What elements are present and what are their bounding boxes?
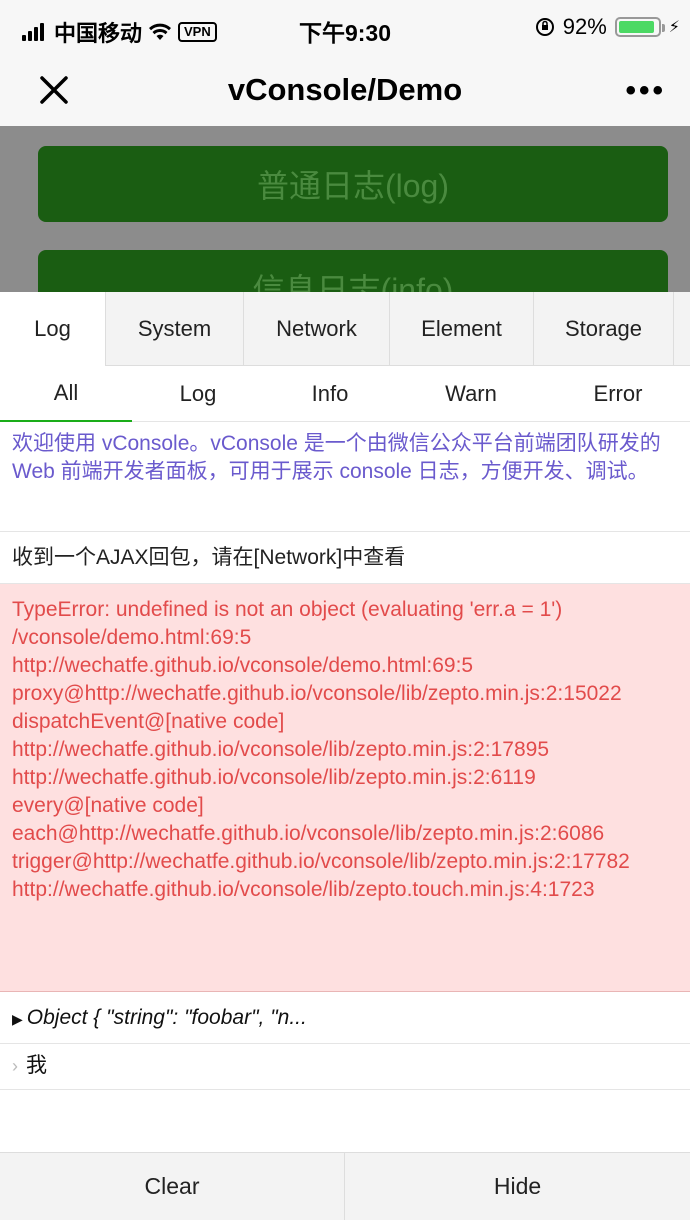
status-bar: 中国移动 VPN 下午9:30 92% ⚡	[0, 0, 690, 56]
log-filter-tabs: All Log Info Warn Error	[0, 366, 690, 422]
prompt-chevron-icon: ›	[12, 1056, 18, 1076]
error-line: http://wechatfe.github.io/vconsole/lib/z…	[12, 878, 595, 901]
demo-page: 普通日志(log) 信息日志(info)	[0, 126, 690, 296]
log-entry-info: 欢迎使用 vConsole。vConsole 是一个由微信公众平台前端团队研发的…	[0, 422, 690, 532]
log-entry-object[interactable]: ▶ Object { "string": "foobar", "n...	[0, 992, 690, 1044]
subtab-error[interactable]: Error	[546, 366, 690, 422]
info-demo-button[interactable]: 信息日志(info)	[38, 250, 668, 296]
error-line: proxy@http://wechatfe.github.io/vconsole…	[12, 682, 622, 705]
tab-network[interactable]: Network	[244, 292, 390, 366]
hide-button[interactable]: Hide	[345, 1153, 690, 1220]
error-line: each@http://wechatfe.github.io/vconsole/…	[12, 822, 605, 845]
tab-storage[interactable]: Storage	[534, 292, 674, 366]
error-line: trigger@http://wechatfe.github.io/vconso…	[12, 850, 630, 873]
subtab-all[interactable]: All	[0, 366, 132, 422]
subtab-log[interactable]: Log	[132, 366, 264, 422]
tab-element[interactable]: Element	[390, 292, 534, 366]
subtab-info[interactable]: Info	[264, 366, 396, 422]
more-icon[interactable]: •••	[625, 74, 666, 108]
battery-fill	[618, 21, 654, 33]
error-line: every@[native code]	[12, 794, 204, 817]
log-demo-button[interactable]: 普通日志(log)	[38, 146, 668, 222]
battery-icon	[614, 17, 665, 37]
error-line: http://wechatfe.github.io/vconsole/lib/z…	[12, 766, 536, 789]
orientation-lock-icon	[535, 18, 554, 36]
error-line: /vconsole/demo.html:69:5	[12, 626, 252, 649]
expand-triangle-icon[interactable]: ▶	[12, 1011, 23, 1027]
clear-button[interactable]: Clear	[0, 1153, 345, 1220]
error-line: TypeError: undefined is not an object (e…	[12, 598, 563, 621]
tab-log[interactable]: Log	[0, 292, 106, 366]
battery-percent: 92%	[562, 14, 607, 39]
error-line: http://wechatfe.github.io/vconsole/lib/z…	[12, 738, 549, 761]
object-preview: Object { "string": "foobar", "n...	[26, 1006, 307, 1029]
charging-icon: ⚡	[668, 19, 680, 36]
log-entry-plain: 收到一个AJAX回包，请在[Network]中查看	[0, 532, 690, 584]
nav-bar: vConsole/Demo •••	[0, 56, 690, 126]
tab-system[interactable]: System	[106, 292, 244, 366]
error-line: http://wechatfe.github.io/vconsole/demo.…	[12, 654, 474, 677]
vconsole-tabs: Log System Network Element Storage	[0, 292, 690, 366]
subtab-warn[interactable]: Warn	[396, 366, 546, 422]
page-title: vConsole/Demo	[227, 72, 463, 107]
log-entry-command: › 我	[0, 1044, 690, 1090]
log-empty-space	[0, 1090, 690, 1152]
log-entry-error: TypeError: undefined is not an object (e…	[0, 584, 690, 992]
error-line: dispatchEvent@[native code]	[12, 710, 285, 733]
status-right: 92% ⚡	[535, 14, 680, 40]
vconsole-bottom-bar: Clear Hide	[0, 1152, 690, 1220]
command-text: 我	[26, 1054, 47, 1077]
